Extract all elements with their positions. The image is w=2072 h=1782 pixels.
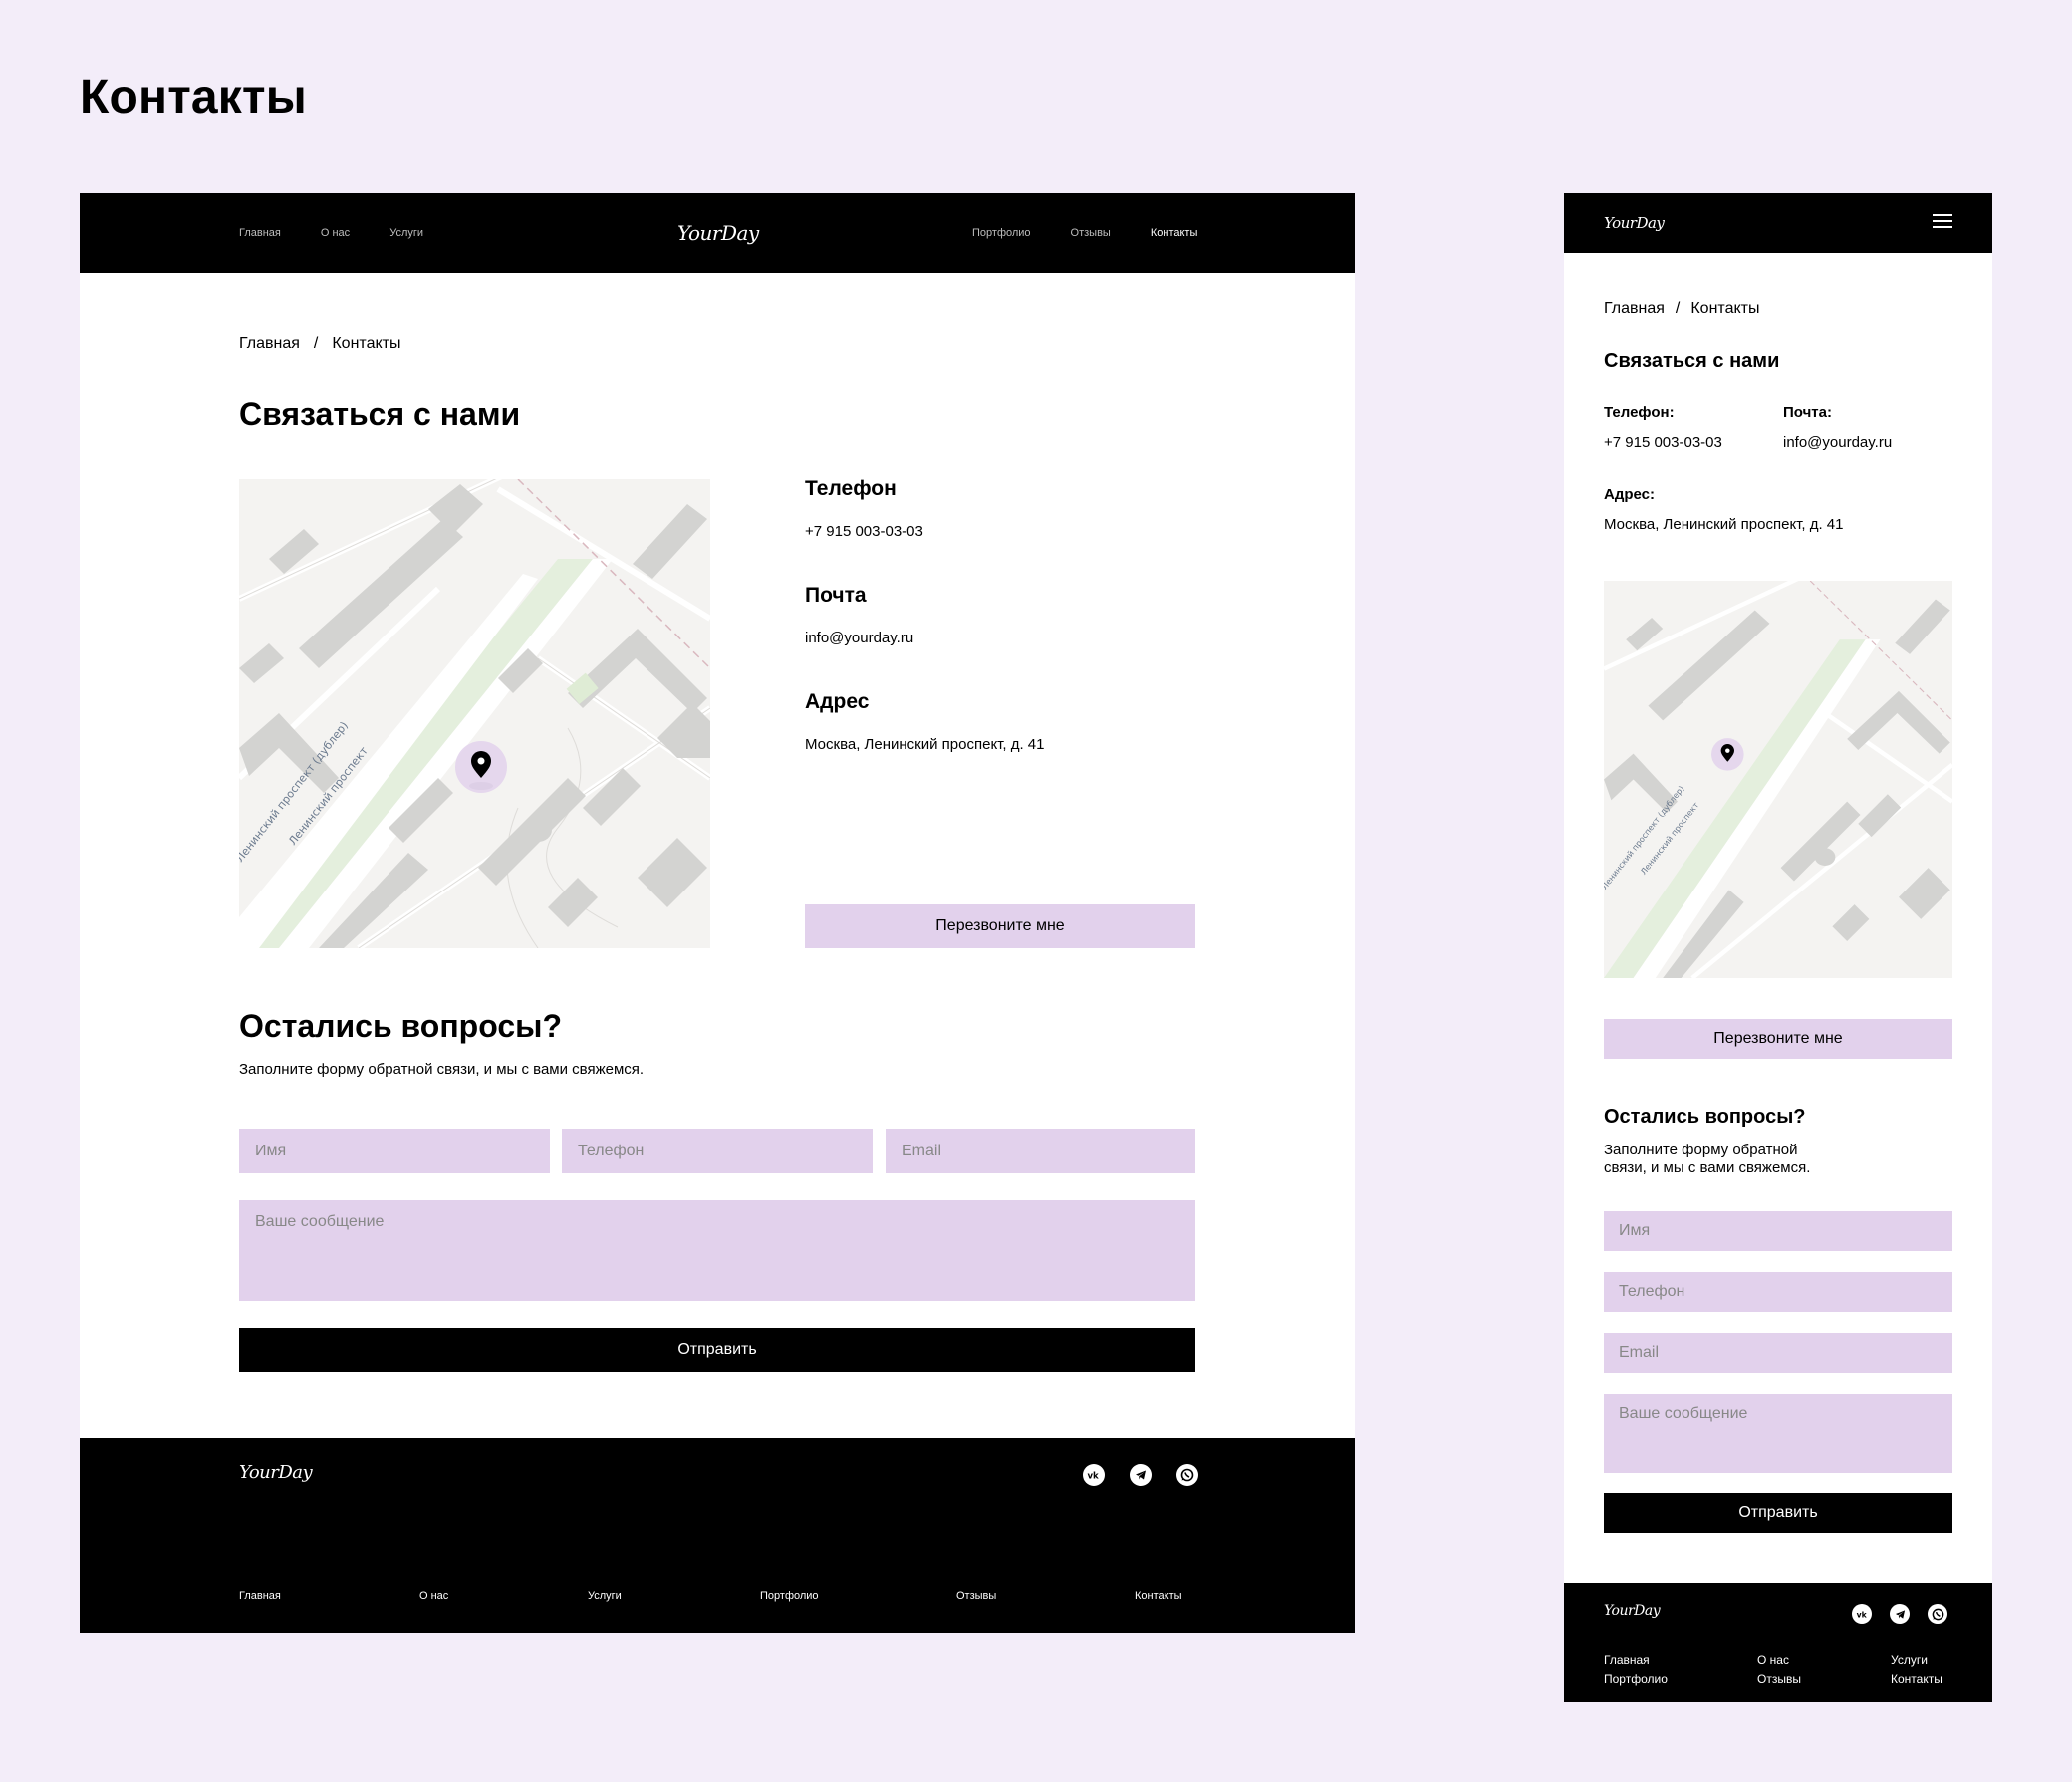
mobile-footer-nav-about[interactable]: О нас <box>1757 1654 1789 1667</box>
address-label: Адрес <box>805 690 870 713</box>
vk-icon[interactable]: vk <box>1083 1464 1105 1486</box>
phone-value[interactable]: +7 915 003-03-03 <box>805 523 1195 540</box>
mobile-footer-nav-portfolio[interactable]: Портфолио <box>1604 1672 1668 1686</box>
mobile-footer: YourDay vk Главная О нас Услуги Портфоли… <box>1564 1583 1992 1702</box>
nav-portfolio[interactable]: Портфолио <box>972 227 1031 239</box>
footer-nav-reviews[interactable]: Отзывы <box>956 1590 996 1602</box>
mobile-email-label: Почта: <box>1783 404 1832 421</box>
mobile-footer-nav-contacts[interactable]: Контакты <box>1891 1672 1942 1686</box>
email-value[interactable]: info@yourday.ru <box>805 630 1195 646</box>
contact-info: Телефон +7 915 003-03-03 Почта info@your… <box>805 477 1195 797</box>
name-input[interactable]: Имя <box>239 1129 550 1173</box>
svg-text:vk: vk <box>1856 1610 1867 1618</box>
desktop-header: Главная О нас Услуги YourDay Портфолио О… <box>80 193 1355 273</box>
desktop-nav-right: Портфолио Отзывы Контакты <box>972 193 1197 273</box>
hamburger-menu-icon[interactable] <box>1933 214 1952 230</box>
mobile-whatsapp-icon[interactable] <box>1928 1604 1947 1624</box>
mobile-telegram-icon[interactable] <box>1890 1604 1910 1624</box>
mobile-form-heading: Остались вопросы? <box>1604 1106 1806 1128</box>
callback-button[interactable]: Перезвоните мне <box>805 904 1195 948</box>
submit-button[interactable]: Отправить <box>239 1328 1195 1372</box>
mobile-social-links: vk <box>1852 1604 1947 1624</box>
address-block: Адрес Москва, Ленинский проспект, д. 41 <box>805 690 1195 797</box>
mobile-map-image: Ленинский проспект Ленинский проспект (д… <box>1604 581 1952 978</box>
mobile-email-input[interactable]: Email <box>1604 1333 1952 1373</box>
header-logo[interactable]: YourDay <box>677 221 759 245</box>
telegram-icon[interactable] <box>1130 1464 1152 1486</box>
mobile-footer-nav-reviews[interactable]: Отзывы <box>1757 1672 1801 1686</box>
mobile-address-value: Москва, Ленинский проспект, д. 41 <box>1604 516 1844 533</box>
mobile-callback-button[interactable]: Перезвоните мне <box>1604 1019 1952 1059</box>
form-heading: Остались вопросы? <box>239 1008 562 1044</box>
mobile-message-textarea[interactable]: Ваше сообщение <box>1604 1394 1952 1473</box>
mobile-phone-input[interactable]: Телефон <box>1604 1272 1952 1312</box>
mobile-map[interactable]: Ленинский проспект Ленинский проспект (д… <box>1604 581 1952 978</box>
mobile-footer-nav-home[interactable]: Главная <box>1604 1654 1650 1667</box>
mobile-vk-icon[interactable]: vk <box>1852 1604 1872 1624</box>
map[interactable]: Ленинский проспект Ленинский проспект (д… <box>239 479 710 948</box>
mobile-phone-label: Телефон: <box>1604 404 1675 421</box>
whatsapp-icon[interactable] <box>1176 1464 1198 1486</box>
mobile-breadcrumb-current: Контакты <box>1690 300 1760 317</box>
mobile-footer-nav-services[interactable]: Услуги <box>1891 1654 1928 1667</box>
mobile-layout: YourDay Главная / Контакты Связаться с н… <box>1564 193 1992 1702</box>
mobile-header: YourDay <box>1564 193 1992 253</box>
footer-nav-portfolio[interactable]: Портфолио <box>760 1590 819 1602</box>
mobile-form-subtitle: Заполните форму обратной связи, и мы с в… <box>1604 1142 1811 1176</box>
mobile-phone-value[interactable]: +7 915 003-03-03 <box>1604 434 1722 451</box>
desktop-footer: YourDay vk Главная О нас Услуги Портфоли… <box>80 1438 1355 1633</box>
contact-heading: Связаться с нами <box>239 396 521 432</box>
form-subtitle: Заполните форму обратной связи, и мы с в… <box>239 1061 645 1078</box>
svg-text:vk: vk <box>1088 1472 1100 1481</box>
breadcrumb-home[interactable]: Главная <box>239 335 300 353</box>
email-label: Почта <box>805 584 867 607</box>
phone-input[interactable]: Телефон <box>562 1129 873 1173</box>
nav-contacts[interactable]: Контакты <box>1151 227 1198 239</box>
map-image: Ленинский проспект Ленинский проспект (д… <box>239 479 710 948</box>
email-block: Почта info@yourday.ru <box>805 584 1195 690</box>
mobile-contact-heading: Связаться с нами <box>1604 350 1780 372</box>
mobile-name-input[interactable]: Имя <box>1604 1211 1952 1251</box>
phone-block: Телефон +7 915 003-03-03 <box>805 477 1195 584</box>
footer-logo[interactable]: YourDay <box>239 1462 313 1483</box>
social-links: vk <box>1083 1464 1198 1486</box>
breadcrumb-separator: / <box>313 335 319 352</box>
address-value: Москва, Ленинский проспект, д. 41 <box>805 736 1045 753</box>
message-textarea[interactable]: Ваше сообщение <box>239 1200 1195 1301</box>
footer-nav-about[interactable]: О нас <box>419 1590 448 1602</box>
nav-reviews[interactable]: Отзывы <box>1071 227 1111 239</box>
nav-about[interactable]: О нас <box>321 227 350 239</box>
page-title: Контакты <box>80 71 307 124</box>
mobile-footer-logo[interactable]: YourDay <box>1604 1603 1661 1619</box>
email-input[interactable]: Email <box>886 1129 1195 1173</box>
breadcrumb: Главная / Контакты <box>239 335 400 353</box>
mobile-submit-button[interactable]: Отправить <box>1604 1493 1952 1533</box>
nav-home[interactable]: Главная <box>239 227 281 239</box>
mobile-breadcrumb: Главная / Контакты <box>1604 300 1759 318</box>
phone-label: Телефон <box>805 477 897 500</box>
breadcrumb-current: Контакты <box>332 335 401 352</box>
desktop-nav-left: Главная О нас Услуги <box>239 193 423 273</box>
footer-nav-home[interactable]: Главная <box>239 1590 281 1602</box>
mobile-header-logo[interactable]: YourDay <box>1604 214 1665 232</box>
nav-services[interactable]: Услуги <box>389 227 423 239</box>
footer-nav-services[interactable]: Услуги <box>588 1590 622 1602</box>
mobile-email-value[interactable]: info@yourday.ru <box>1783 434 1892 451</box>
mobile-breadcrumb-separator: / <box>1675 300 1681 317</box>
footer-nav-contacts[interactable]: Контакты <box>1135 1590 1182 1602</box>
mobile-address-label: Адрес: <box>1604 486 1655 503</box>
mobile-breadcrumb-home[interactable]: Главная <box>1604 300 1665 318</box>
desktop-layout: Главная О нас Услуги YourDay Портфолио О… <box>80 193 1355 1633</box>
